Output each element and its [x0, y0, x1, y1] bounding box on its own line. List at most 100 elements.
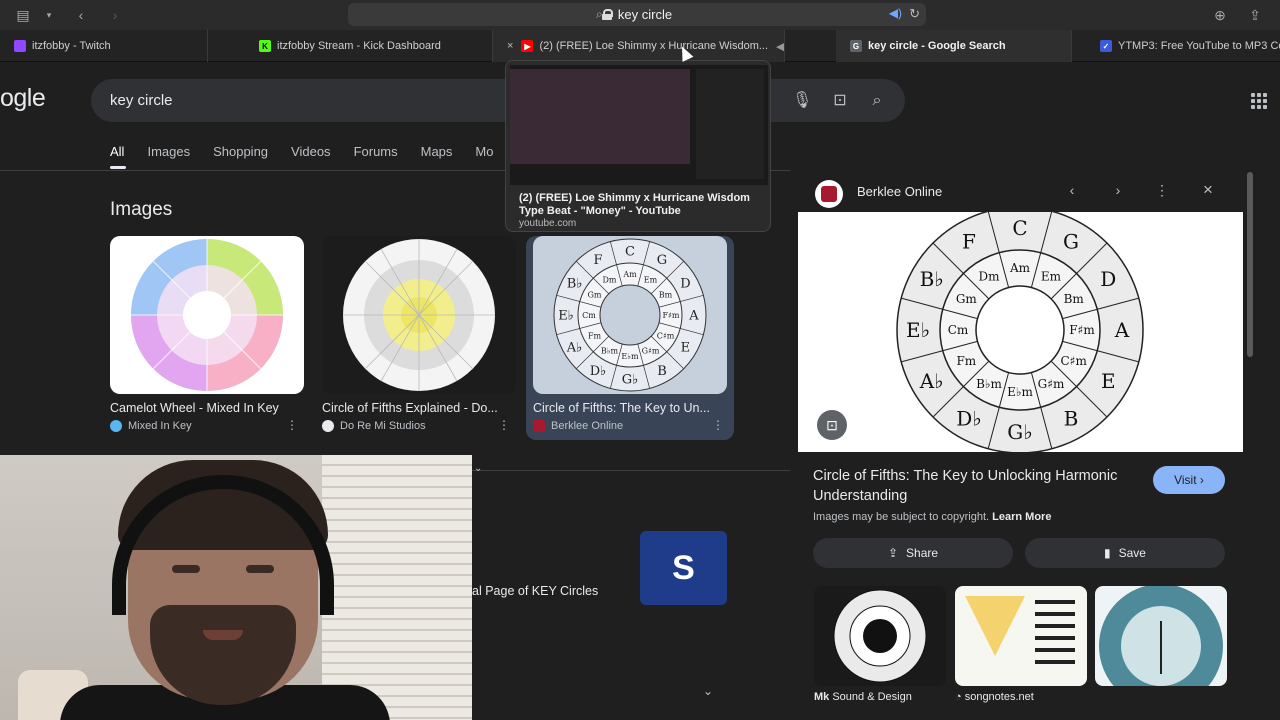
- twitch-icon: [14, 40, 26, 52]
- search-nav: All Images Shopping Videos Forums Maps M…: [110, 144, 516, 159]
- minor-key-label: F♯m: [662, 311, 679, 320]
- related-source[interactable]: Mk Sound & Design: [814, 691, 912, 703]
- save-button[interactable]: ▮ Save: [1025, 538, 1225, 568]
- key-label: C: [1012, 216, 1027, 240]
- key-label: A♭: [919, 369, 944, 393]
- lock-icon: [601, 9, 613, 20]
- panel-source[interactable]: Berklee Online: [857, 184, 942, 199]
- result-title[interactable]: al Page of KEY Circles: [472, 584, 598, 598]
- google-icon: G: [850, 40, 862, 52]
- tab-kick[interactable]: K itzfobby Stream - Kick Dashboard: [245, 30, 493, 62]
- related-image[interactable]: [814, 586, 946, 686]
- berklee-circle-image[interactable]: C G D A E B G♭ D♭ A♭ E♭ B♭ F Am Em Bm F♯m C♯m G♯m E♭m B♭m Fm…: [533, 236, 727, 394]
- key-label: A: [688, 309, 699, 324]
- tab-twitch[interactable]: itzfobby - Twitch: [0, 30, 208, 62]
- chevron-down-icon[interactable]: ⌄: [474, 463, 482, 474]
- tab-google[interactable]: G key circle - Google Search: [836, 30, 1072, 62]
- speaker-icon[interactable]: ◀): [889, 6, 902, 20]
- close-icon[interactable]: ×: [1199, 180, 1217, 200]
- microphone-icon[interactable]: 🎙: [792, 91, 812, 111]
- search-icon[interactable]: ⌕: [867, 91, 887, 111]
- tab-hover-preview[interactable]: (2) (FREE) Loe Shimmy x Hurricane Wisdom…: [505, 60, 771, 232]
- apps-grid-icon[interactable]: [1251, 93, 1267, 109]
- related-image[interactable]: [955, 586, 1087, 686]
- nav-forums[interactable]: Forums: [354, 144, 398, 159]
- panel-image[interactable]: C G D A E B G♭ D♭ A♭ E♭ B♭ F Am Em Bm F♯m C♯m G♯m E♭m B♭m F…: [798, 206, 1243, 454]
- berklee-logo[interactable]: [815, 180, 843, 208]
- lens-icon[interactable]: ⊡: [817, 410, 847, 440]
- close-icon[interactable]: ×: [507, 40, 513, 52]
- result-logo[interactable]: S: [640, 531, 727, 605]
- minor-key-label: C♯m: [1061, 354, 1088, 368]
- search-input[interactable]: key circle: [110, 92, 173, 109]
- image-title[interactable]: Camelot Wheel - Mixed In Key: [110, 401, 304, 415]
- image-result-selected[interactable]: C G D A E B G♭ D♭ A♭ E♭ B♭ F Am Em Bm F♯m C♯m G♯m E♭m B♭m Fm…: [526, 236, 734, 440]
- source-label: Do Re Mi Studios: [340, 420, 426, 432]
- visit-button[interactable]: Visit ›: [1153, 466, 1225, 494]
- speaker-icon[interactable]: ◀): [776, 40, 784, 53]
- related-source[interactable]: ◔ songnotes.net: [955, 691, 1034, 703]
- key-label: G♭: [622, 373, 639, 388]
- image-source[interactable]: Berklee Online: [533, 420, 727, 432]
- preview-video: [510, 69, 690, 164]
- tab-youtube[interactable]: × ▶ (2) (FREE) Loe Shimmy x Hurricane Wi…: [493, 30, 785, 62]
- circle-of-fifths-image[interactable]: [322, 236, 516, 394]
- forward-icon[interactable]: ›: [106, 6, 124, 24]
- key-label: E♭: [906, 318, 930, 342]
- download-icon[interactable]: ⊕: [1211, 6, 1229, 24]
- minor-key-label: E♭m: [621, 352, 639, 361]
- image-result[interactable]: Circle of Fifths Explained - Do... Do Re…: [322, 236, 516, 432]
- minor-key-label: F♯m: [1069, 323, 1095, 337]
- webcam-overlay: [0, 455, 472, 720]
- copyright-notice: Images may be subject to copyright. Lear…: [813, 511, 1051, 523]
- scrollbar[interactable]: [1247, 172, 1253, 357]
- key-label: D: [1100, 267, 1116, 291]
- image-title[interactable]: Circle of Fifths: The Key to Un...: [533, 401, 727, 415]
- learn-more-link[interactable]: Learn More: [992, 511, 1051, 523]
- nav-all[interactable]: All: [110, 144, 124, 159]
- panel-title[interactable]: Circle of Fifths: The Key to Unlocking H…: [813, 466, 1133, 506]
- image-title[interactable]: Circle of Fifths Explained - Do...: [322, 401, 516, 415]
- chevron-left-icon[interactable]: ‹: [1063, 182, 1081, 198]
- search-box[interactable]: key circle 🎙 ⊡ ⌕: [91, 79, 905, 122]
- minor-key-label: C♯m: [657, 331, 675, 340]
- nav-more[interactable]: Mo: [475, 144, 493, 159]
- back-icon[interactable]: ‹: [72, 6, 90, 24]
- mixedinkey-icon: [110, 420, 122, 432]
- nav-shopping[interactable]: Shopping: [213, 144, 268, 159]
- address-bar[interactable]: ⌕ key circle ◀) ↻: [348, 3, 926, 26]
- bookmark-icon: ▮: [1104, 546, 1111, 560]
- images-heading: Images: [110, 199, 173, 220]
- nav-images[interactable]: Images: [147, 144, 190, 159]
- more-vert-icon[interactable]: ⋮: [712, 418, 724, 432]
- chevron-down-icon[interactable]: ▾: [40, 6, 58, 24]
- more-vert-icon[interactable]: ⋮: [1153, 182, 1171, 199]
- share-button[interactable]: ⇪ Share: [813, 538, 1013, 568]
- nav-maps[interactable]: Maps: [421, 144, 453, 159]
- chevron-right-icon[interactable]: ›: [1109, 182, 1127, 198]
- related-source-label: Sound & Design: [832, 691, 912, 703]
- minor-key-label: Dm: [603, 275, 617, 284]
- youtube-icon: ▶: [521, 40, 534, 52]
- google-logo[interactable]: ogle: [0, 84, 46, 113]
- minor-key-label: Fm: [588, 331, 602, 340]
- share-icon[interactable]: ⇪: [1246, 6, 1264, 24]
- reload-icon[interactable]: ↻: [909, 6, 920, 22]
- image-detail-panel: Berklee Online ‹ › ⋮ × C G D A E B G♭ D♭ A♭ E♭ B♭ F…: [797, 172, 1244, 720]
- image-result[interactable]: Camelot Wheel - Mixed In Key Mixed In Ke…: [110, 236, 304, 432]
- webcam-shutters: [322, 455, 472, 720]
- chevron-down-icon[interactable]: ⌄: [703, 684, 713, 698]
- nav-videos[interactable]: Videos: [291, 144, 331, 159]
- sidebar-icon[interactable]: ▤: [14, 6, 32, 24]
- related-image[interactable]: [1095, 586, 1227, 686]
- key-label: C: [625, 245, 635, 260]
- more-vert-icon[interactable]: ⋮: [498, 418, 510, 432]
- image-source[interactable]: Mixed In Key: [110, 420, 304, 432]
- minor-key-label: E♭m: [1007, 385, 1033, 399]
- tab-ytmp3[interactable]: ✓ YTMP3: Free YouTube to MP3 Co...: [1086, 30, 1280, 62]
- image-source[interactable]: Do Re Mi Studios: [322, 420, 516, 432]
- more-vert-icon[interactable]: ⋮: [286, 418, 298, 432]
- lens-icon[interactable]: ⊡: [830, 91, 850, 111]
- key-label: A: [1114, 318, 1130, 342]
- camelot-wheel-image[interactable]: [110, 236, 304, 394]
